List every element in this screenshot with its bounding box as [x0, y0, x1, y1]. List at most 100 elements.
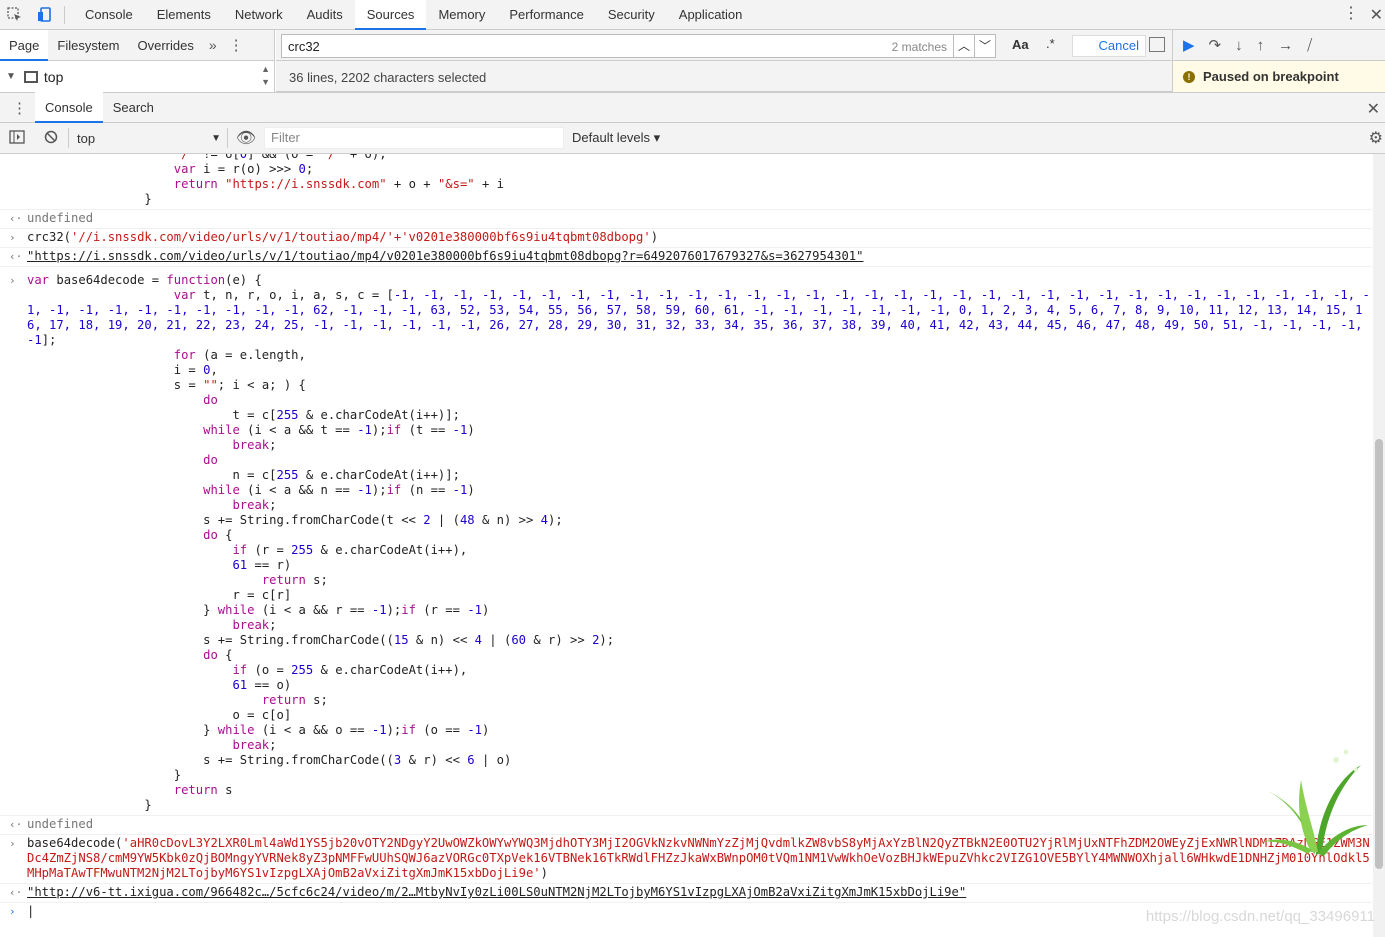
- input-chevron-icon: ›: [9, 837, 16, 850]
- console-result: ‹· undefined: [0, 210, 1372, 229]
- result-arrow-icon: ‹·: [9, 212, 23, 225]
- tab-application[interactable]: Application: [667, 0, 755, 30]
- info-icon: !: [1183, 70, 1195, 83]
- log-levels-dropdown[interactable]: Default levels ▾: [572, 130, 660, 146]
- console-input: › crc32('//i.snssdk.com/video/urls/v/1/t…: [0, 229, 1372, 248]
- base64decode-result-link[interactable]: "http://v6-tt.ixigua.com/966482c…/5cfc6c…: [27, 885, 1372, 900]
- tab-page[interactable]: Page: [0, 29, 49, 61]
- console-toolbar: top ▼ 👁 Filter Default levels ▾ ⚙: [0, 123, 1385, 154]
- tab-console[interactable]: Console: [73, 0, 145, 30]
- regex-button[interactable]: .*: [1046, 36, 1055, 51]
- console-result: ‹· "https://i.snssdk.com/video/urls/v/1/…: [0, 248, 1372, 267]
- console-output: "/" != o[0] && (o = "/" + o); var i = r(…: [0, 154, 1372, 937]
- scrollbar-thumb[interactable]: [1375, 439, 1383, 869]
- watermark: https://blog.csdn.net/qq_33496911: [1145, 908, 1375, 925]
- crc32-call-args: '//i.snssdk.com/video/urls/v/1/toutiao/m…: [71, 230, 651, 244]
- search-input[interactable]: crc32 2 matches: [281, 34, 954, 58]
- close-drawer-icon[interactable]: ✕: [1367, 99, 1380, 119]
- devtools-main-toolbar: Console Elements Network Audits Sources …: [0, 0, 1385, 30]
- kebab-menu-icon[interactable]: ⋮: [1343, 5, 1359, 23]
- console-result: ‹· undefined: [0, 816, 1372, 835]
- device-toolbar-icon[interactable]: [30, 0, 60, 30]
- clear-console-icon[interactable]: [34, 130, 68, 147]
- navigator-tree: ▼ top ▲ ▼: [0, 61, 275, 92]
- search-input-value: crc32: [288, 39, 320, 54]
- base64decode-call-suffix: ): [540, 866, 548, 880]
- step-icon[interactable]: →: [1278, 37, 1293, 54]
- context-selector[interactable]: top ▼: [68, 128, 228, 148]
- gear-icon[interactable]: ⚙: [1369, 128, 1383, 148]
- base64decode-call: base64decode('aHR0cDovL3Y2LXR0Lml4aWd1YS…: [27, 836, 1372, 881]
- base64decode-call-prefix: base64decode(: [27, 836, 123, 850]
- navigator-tabs: Page Filesystem Overrides » ⋮: [0, 29, 275, 61]
- tab-drawer-console[interactable]: Console: [35, 92, 103, 123]
- chevron-down-icon: ▼: [211, 132, 221, 144]
- cancel-button[interactable]: Cancel: [1072, 35, 1146, 57]
- sidebar-toggle-icon[interactable]: [0, 129, 34, 147]
- base64decode-argument: 'aHR0cDovL3Y2LXR0Lml4aWd1YS5jb20vOTY2NDg…: [27, 836, 1370, 880]
- tab-memory[interactable]: Memory: [426, 0, 497, 30]
- result-arrow-icon: ‹·: [9, 250, 23, 263]
- navigator-menu-icon[interactable]: ⋮: [223, 36, 250, 54]
- editor-status-bar: 36 lines, 2202 characters selected: [276, 61, 1172, 92]
- filter-input[interactable]: Filter: [264, 127, 564, 149]
- console-message: "/" != o[0] && (o = "/" + o); var i = r(…: [0, 154, 1372, 210]
- tree-item-top[interactable]: top: [44, 69, 63, 85]
- debugger-sidebar: ▶︎ ↷ ↓ ↑ → ⧸ ! Paused on breakpoint: [1172, 30, 1385, 92]
- tab-elements[interactable]: Elements: [145, 0, 223, 30]
- step-over-icon[interactable]: ↷: [1209, 36, 1222, 54]
- next-match-button[interactable]: ﹀: [974, 34, 996, 58]
- match-count: 2 matches: [891, 40, 947, 54]
- previous-match-button[interactable]: ︿: [953, 34, 975, 58]
- tab-drawer-search[interactable]: Search: [103, 92, 164, 123]
- tab-sources[interactable]: Sources: [354, 0, 427, 30]
- deactivate-breakpoints-icon[interactable]: ⧸: [1307, 37, 1312, 54]
- console-result: ‹· "http://v6-tt.ixigua.com/966482c…/5cf…: [0, 884, 1372, 903]
- log-levels-label: Default levels: [572, 130, 651, 145]
- drawer-tabs: ⋮ Console Search ✕: [0, 92, 1385, 123]
- sources-panel-header: Page Filesystem Overrides » ⋮ ▼ top ▲ ▼ c…: [0, 29, 1385, 92]
- step-into-icon[interactable]: ↓: [1235, 37, 1243, 54]
- resume-icon[interactable]: ▶︎: [1183, 36, 1195, 54]
- plant-decoration-icon: [1261, 749, 1368, 856]
- live-expression-eye-icon[interactable]: 👁: [228, 128, 264, 148]
- match-case-button[interactable]: Aa: [1012, 37, 1029, 52]
- more-tabs-icon[interactable]: »: [203, 37, 223, 53]
- console-input: › base64decode('aHR0cDovL3Y2LXR0Lml4aWd1…: [0, 835, 1372, 884]
- debugger-controls: ▶︎ ↷ ↓ ↑ → ⧸: [1173, 30, 1385, 61]
- tab-audits[interactable]: Audits: [295, 0, 355, 30]
- close-icon[interactable]: ✕: [1370, 5, 1383, 25]
- input-chevron-icon: ›: [9, 231, 16, 244]
- result-arrow-icon: ‹·: [9, 886, 23, 899]
- tab-performance[interactable]: Performance: [497, 0, 595, 30]
- selection-status: 36 lines, 2202 characters selected: [289, 70, 487, 85]
- tab-filesystem[interactable]: Filesystem: [48, 30, 128, 61]
- context-value: top: [77, 130, 96, 146]
- code-block-base64decode: var base64decode = function(e) { var t, …: [27, 273, 1370, 812]
- paused-banner: ! Paused on breakpoint: [1173, 61, 1385, 92]
- crc32-call-suffix: ): [650, 230, 659, 244]
- drawer-menu-icon[interactable]: ⋮: [0, 99, 35, 117]
- prompt-chevron-icon: ›: [9, 905, 16, 918]
- code-block-crc32-tail: "/" != o[0] && (o = "/" + o); var i = r(…: [144, 154, 504, 206]
- tab-security[interactable]: Security: [596, 0, 667, 30]
- toggle-panel-icon[interactable]: [1149, 37, 1165, 52]
- tree-scroll-arrows-icon[interactable]: ▲ ▼: [261, 63, 270, 89]
- console-input: › var base64decode = function(e) { var t…: [0, 267, 1372, 816]
- expand-triangle-icon[interactable]: ▼: [6, 71, 16, 82]
- toolbar-divider: [64, 5, 65, 24]
- search-bar: crc32 2 matches ︿ ﹀ Aa .* Cancel: [276, 30, 1172, 61]
- frame-icon: [23, 70, 38, 83]
- inspect-element-icon[interactable]: [0, 0, 30, 30]
- tab-network[interactable]: Network: [223, 0, 295, 30]
- paused-text: Paused on breakpoint: [1203, 69, 1339, 84]
- console-scrollbar[interactable]: [1373, 154, 1385, 937]
- crc32-call: crc32('//i.snssdk.com/video/urls/v/1/tou…: [27, 230, 1372, 245]
- step-out-icon[interactable]: ↑: [1257, 37, 1265, 54]
- tab-overrides[interactable]: Overrides: [129, 30, 203, 61]
- crc32-call-prefix: crc32(: [27, 230, 72, 244]
- result-arrow-icon: ‹·: [9, 818, 23, 831]
- result-undefined: undefined: [27, 817, 94, 831]
- input-chevron-icon: ›: [9, 274, 16, 287]
- crc32-result-link[interactable]: "https://i.snssdk.com/video/urls/v/1/tou…: [27, 249, 1372, 264]
